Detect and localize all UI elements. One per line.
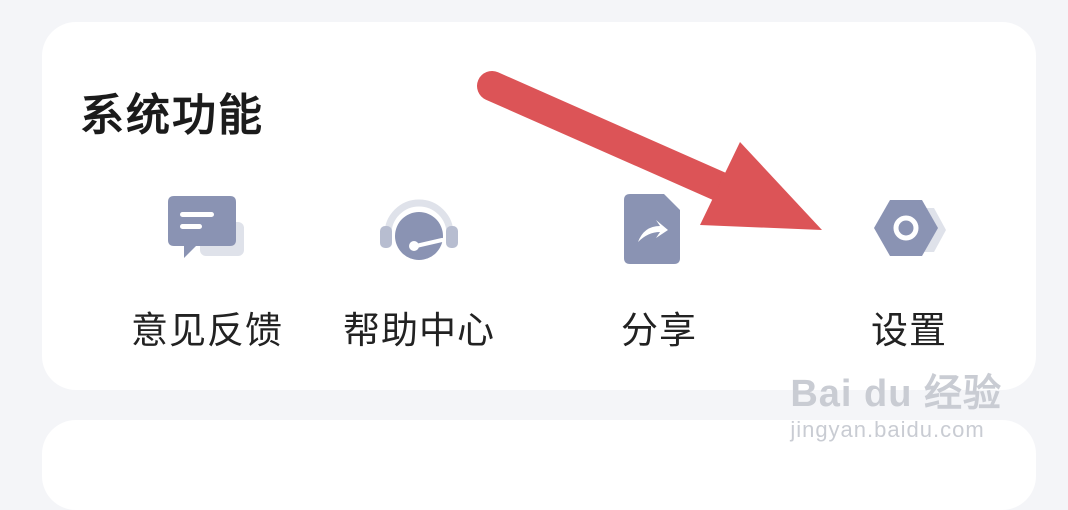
feedback-label: 意见反馈 (131, 309, 283, 352)
gear-icon (864, 192, 954, 272)
headset-icon (374, 192, 464, 272)
function-grid: 意见反馈 帮助中心 分享 设置 (42, 22, 1036, 390)
share-item[interactable]: 分享 (559, 192, 759, 362)
system-functions-card: 系统功能 意见反馈 帮助中心 分享 设置 (42, 22, 1036, 390)
feedback-icon (162, 192, 252, 272)
feedback-item[interactable]: 意见反馈 (107, 192, 307, 362)
watermark-brand: Bai du 经验 (790, 373, 1002, 415)
share-icon (614, 192, 704, 272)
settings-label: 设置 (871, 309, 947, 352)
share-label: 分享 (621, 309, 697, 352)
settings-item[interactable]: 设置 (809, 192, 1009, 362)
help-center-label: 帮助中心 (343, 309, 495, 352)
help-center-item[interactable]: 帮助中心 (319, 192, 519, 362)
watermark-url: jingyan.baidu.com (790, 417, 985, 442)
watermark: Bai du 经验 jingyan.baidu.com (790, 375, 1002, 443)
